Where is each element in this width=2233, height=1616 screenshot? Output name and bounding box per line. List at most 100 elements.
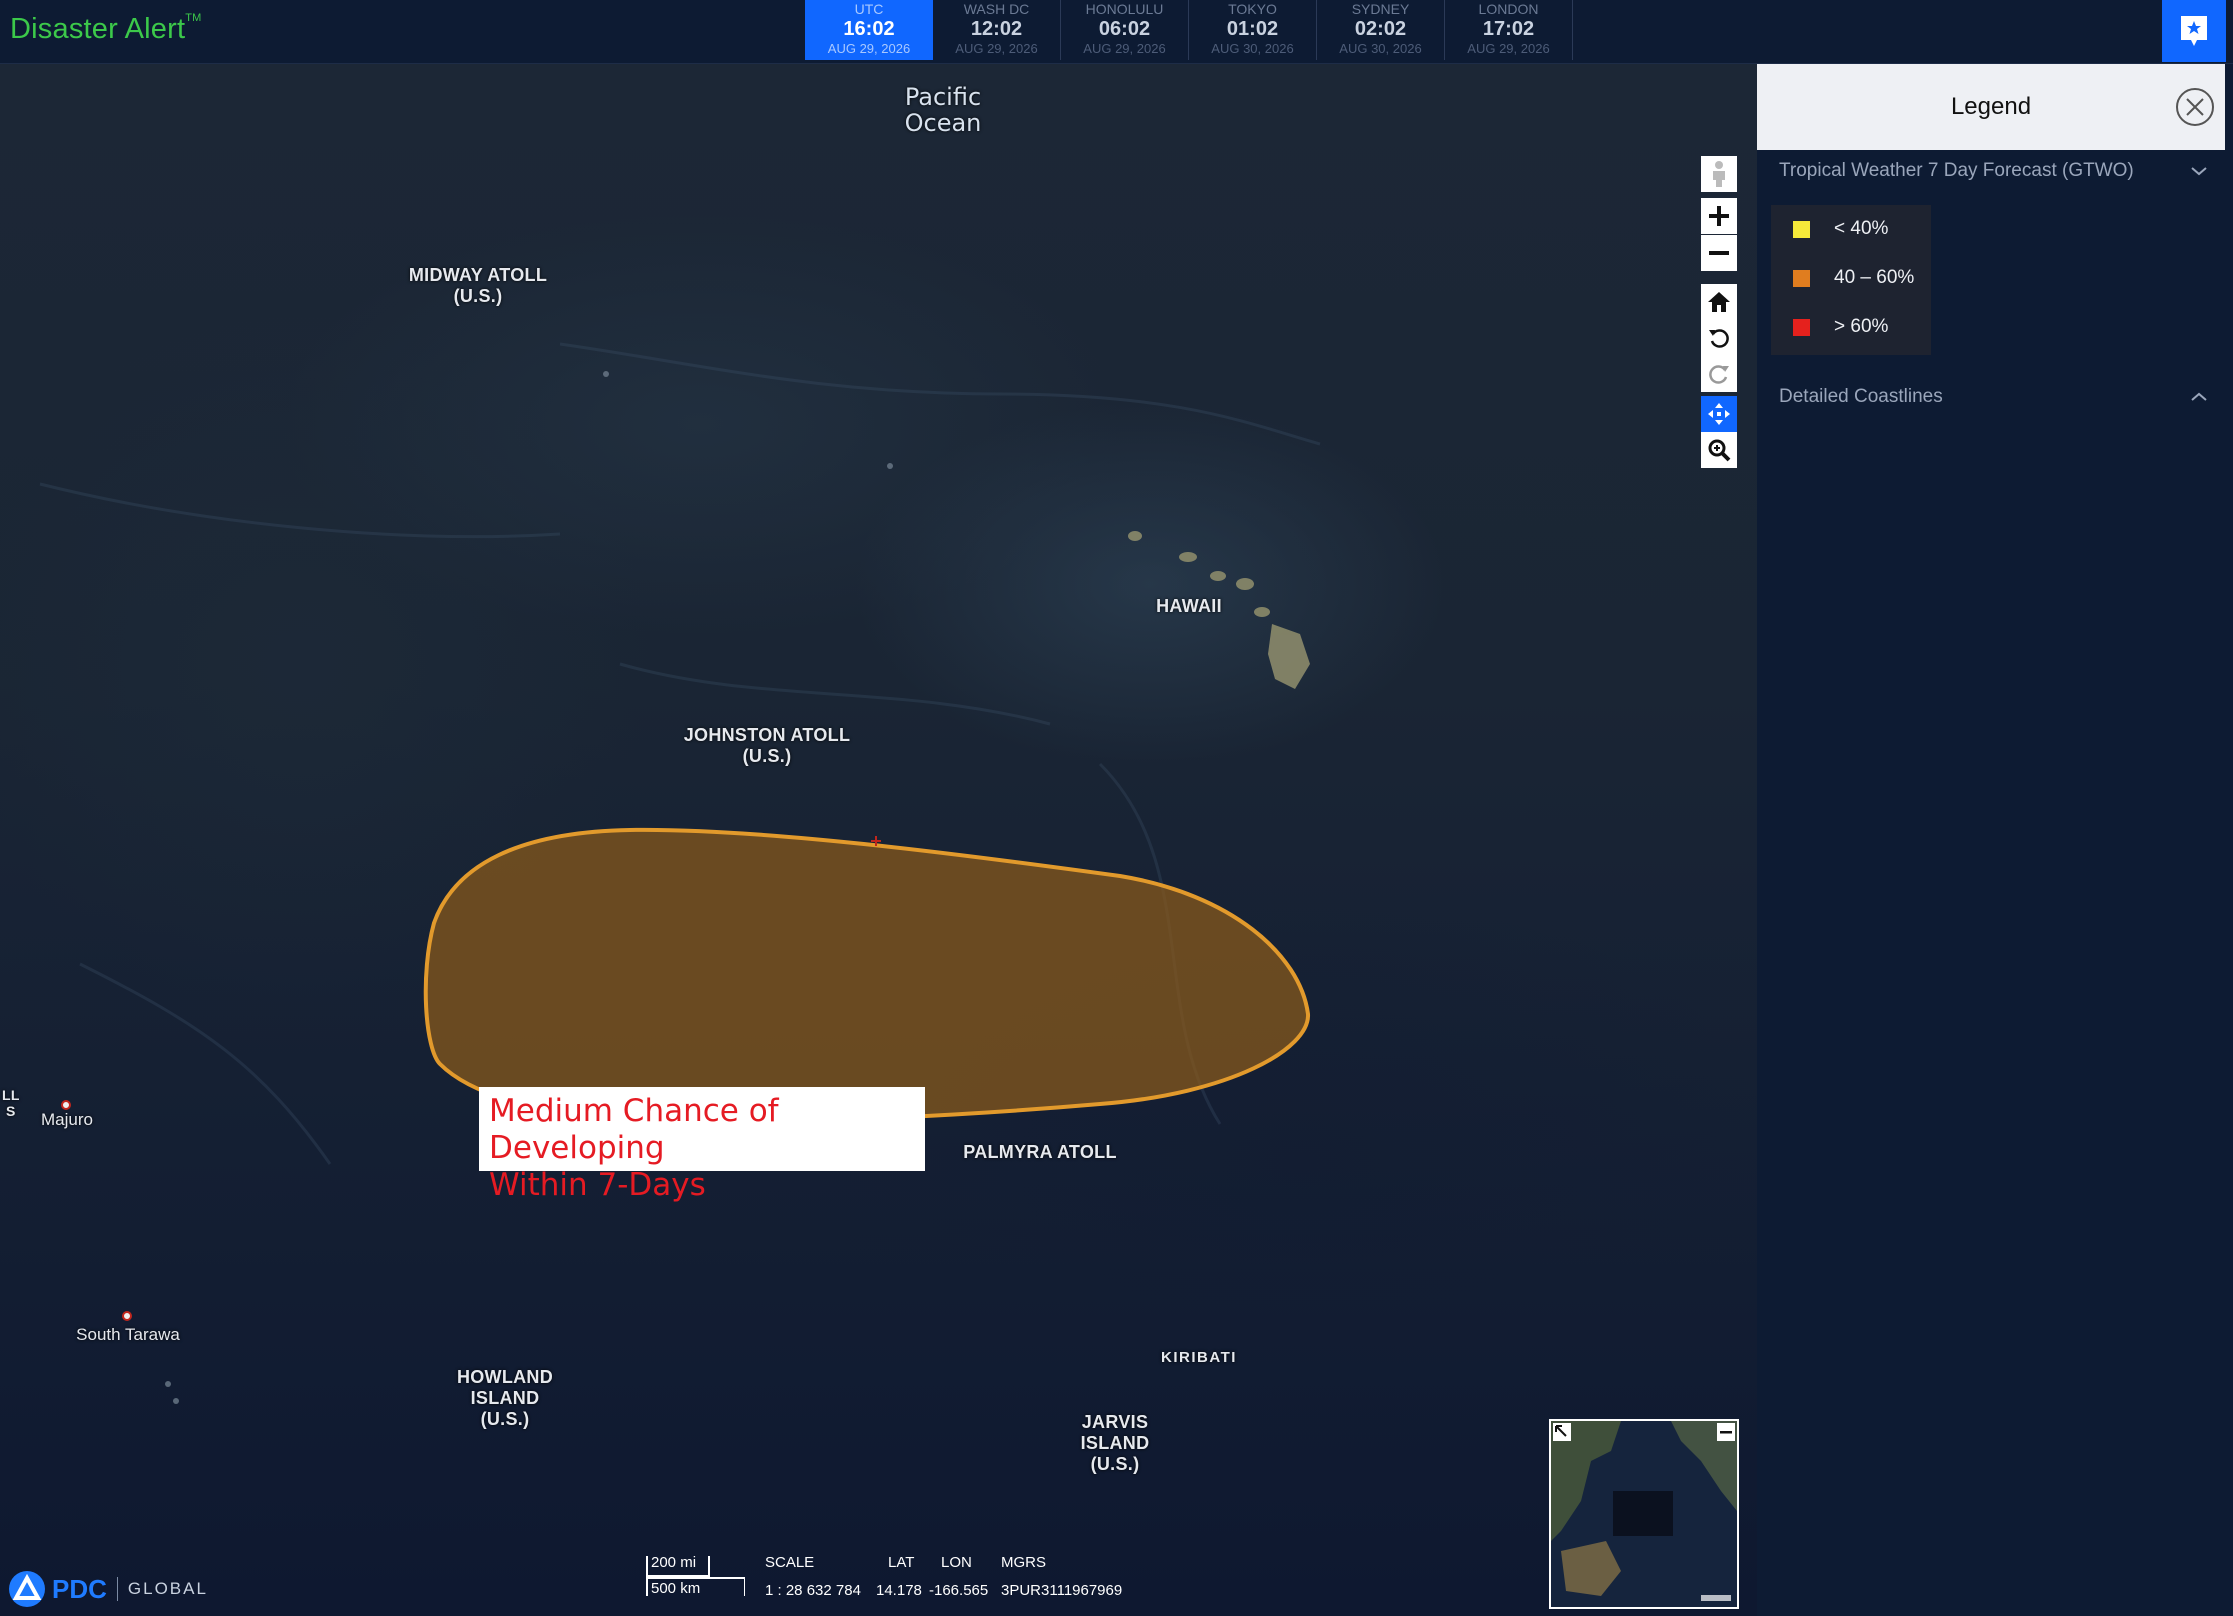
app-title[interactable]: Disaster AlertTM xyxy=(10,12,202,46)
label-howland-island: HOWLAND ISLAND (U.S.) xyxy=(457,1367,553,1430)
expand-arrow-icon xyxy=(1555,1425,1567,1437)
lat-label: LAT xyxy=(888,1554,915,1571)
mgrs-readout: MGRS 3PUR3111967969 xyxy=(1001,1554,1122,1600)
label-text: JARVIS xyxy=(1081,1412,1149,1432)
scale-bar: 200 mi 500 km xyxy=(645,1552,745,1598)
majuro-marker xyxy=(61,1100,71,1110)
pdc-logo-icon xyxy=(9,1571,45,1607)
legend-swatches: < 40% 40 – 60% > 60% xyxy=(1771,205,1931,355)
rotate-right-icon xyxy=(1709,365,1729,384)
bookmark-star-icon xyxy=(2181,16,2207,46)
label-text: JOHNSTON ATOLL xyxy=(683,725,851,745)
map-overlay xyxy=(39,342,1321,1404)
lon-value: -166.565 xyxy=(929,1582,989,1599)
close-icon[interactable] xyxy=(2175,87,2215,127)
zoom-out-icon xyxy=(1709,251,1729,255)
label-text: HOWLAND xyxy=(456,1367,554,1387)
label-sub: (U.S.) xyxy=(453,286,503,306)
clock-date: AUG 29, 2026 xyxy=(955,41,1038,56)
street-view-button[interactable] xyxy=(1701,156,1737,192)
alert-panel-button[interactable] xyxy=(2162,0,2226,62)
legend-panel: Legend Tropical Weather 7 Day Forecast (… xyxy=(1757,64,2233,1616)
legend-swatch xyxy=(1793,269,1810,287)
callout-line2: Within 7-Days xyxy=(489,1167,706,1203)
clock-honolulu[interactable]: HONOLULU 06:02 AUG 29, 2026 xyxy=(1061,0,1189,60)
lat-readout: LAT 14.178 xyxy=(876,1554,922,1600)
clock-london[interactable]: LONDON 17:02 AUG 29, 2026 xyxy=(1445,0,1573,60)
clock-city: TOKYO xyxy=(1228,1,1277,17)
clock-time: 06:02 xyxy=(1098,18,1151,40)
clock-time: 02:02 xyxy=(1354,18,1407,40)
legend-item-medium: 40 – 60% xyxy=(1793,266,1914,290)
ocean-label-line1: Pacific xyxy=(904,83,982,111)
label-text: KIRIBATI xyxy=(1161,1349,1237,1366)
pdc-global-logo[interactable]: PDC GLOBAL xyxy=(8,1570,208,1608)
clock-city: SYDNEY xyxy=(1351,1,1410,17)
clock-utc[interactable]: UTC 16:02 AUG 29, 2026 xyxy=(805,0,933,60)
label-sub: ISLAND xyxy=(470,1388,540,1408)
clock-time: 12:02 xyxy=(970,18,1023,40)
legend-swatch xyxy=(1793,318,1810,336)
label-kiribati: KIRIBATI xyxy=(1161,1347,1237,1368)
ocean-label-line2: Ocean xyxy=(904,109,982,137)
ocean-label: Pacific Ocean xyxy=(905,84,982,136)
legend-label: > 60% xyxy=(1834,316,1889,337)
label-midway-atoll: MIDWAY ATOLL (U.S.) xyxy=(409,265,547,307)
pan-button[interactable] xyxy=(1701,396,1737,432)
rotate-right-button[interactable] xyxy=(1701,356,1737,392)
label-sub: ISLAND xyxy=(1080,1433,1150,1453)
zoom-box-button[interactable] xyxy=(1701,432,1737,468)
logo-divider xyxy=(116,1577,118,1601)
label-jarvis-island: JARVIS ISLAND (U.S.) xyxy=(1081,1412,1150,1475)
zoom-in-button[interactable] xyxy=(1701,198,1737,234)
south-tarawa-marker xyxy=(122,1311,132,1321)
clock-city: LONDON xyxy=(1478,1,1539,17)
clock-date: AUG 29, 2026 xyxy=(1083,41,1166,56)
scale-kilometers: 500 km xyxy=(651,1580,701,1597)
clock-city: UTC xyxy=(854,1,884,17)
rotate-left-icon xyxy=(1709,329,1729,348)
legend-header: Legend xyxy=(1757,64,2225,150)
clock-tokyo[interactable]: TOKYO 01:02 AUG 30, 2026 xyxy=(1189,0,1317,60)
scale-miles: 200 mi xyxy=(651,1554,697,1571)
legend-item-low: < 40% xyxy=(1793,217,1888,241)
legend-section-gtwo[interactable]: Tropical Weather 7 Day Forecast (GTWO) xyxy=(1779,160,2134,182)
legend-section-coastlines[interactable]: Detailed Coastlines xyxy=(1779,386,1943,408)
clock-sydney[interactable]: SYDNEY 02:02 AUG 30, 2026 xyxy=(1317,0,1445,60)
scale-value: 1 : 28 632 784 xyxy=(765,1582,861,1599)
trademark: TM xyxy=(185,12,202,25)
rotate-left-button[interactable] xyxy=(1701,320,1737,356)
chevron-up-icon[interactable] xyxy=(2191,392,2207,402)
label-palmyra-atoll: PALMYRA ATOLL xyxy=(963,1142,1117,1163)
map-canvas[interactable]: Pacific Ocean MIDWAY ATOLL (U.S.) HAWAII… xyxy=(0,64,1757,1616)
forecast-area-medium xyxy=(423,827,1311,1125)
home-button[interactable] xyxy=(1701,284,1737,320)
label-sub: (U.S.) xyxy=(1090,1454,1140,1474)
zoom-in-icon xyxy=(1709,206,1729,226)
label-edge-clipped: LL S xyxy=(2,1087,20,1119)
clock-date: AUG 29, 2026 xyxy=(827,41,911,56)
clock-wash-dc[interactable]: WASH DC 12:02 AUG 29, 2026 xyxy=(933,0,1061,60)
chevron-down-icon[interactable] xyxy=(2191,166,2207,176)
lon-label: LON xyxy=(941,1554,972,1571)
legend-label: < 40% xyxy=(1834,218,1889,239)
zoom-box-icon xyxy=(1708,439,1731,462)
lon-readout: LON -166.565 xyxy=(929,1554,988,1600)
pan-icon xyxy=(1708,403,1730,425)
zoom-out-button[interactable] xyxy=(1701,235,1737,271)
clock-time: 17:02 xyxy=(1482,18,1535,40)
minimap-collapse-button[interactable] xyxy=(1717,1423,1735,1441)
scale-label: SCALE xyxy=(765,1554,815,1571)
clock-date: AUG 29, 2026 xyxy=(1467,41,1550,56)
scale-readout: SCALE 1 : 28 632 784 xyxy=(765,1554,861,1600)
callout-line1: Medium Chance of Developing xyxy=(489,1093,779,1166)
legend-item-high: > 60% xyxy=(1793,315,1888,339)
minimap-graphic xyxy=(1551,1421,1737,1607)
clock-date: AUG 30, 2026 xyxy=(1211,41,1294,56)
forecast-callout: Medium Chance of Developing Within 7-Day… xyxy=(479,1087,925,1203)
minimap-expand-button[interactable] xyxy=(1553,1423,1571,1441)
mgrs-value: 3PUR3111967969 xyxy=(1001,1582,1123,1599)
overview-minimap[interactable] xyxy=(1549,1419,1739,1609)
legend-swatch xyxy=(1793,220,1810,238)
label-sub: (U.S.) xyxy=(742,746,792,766)
